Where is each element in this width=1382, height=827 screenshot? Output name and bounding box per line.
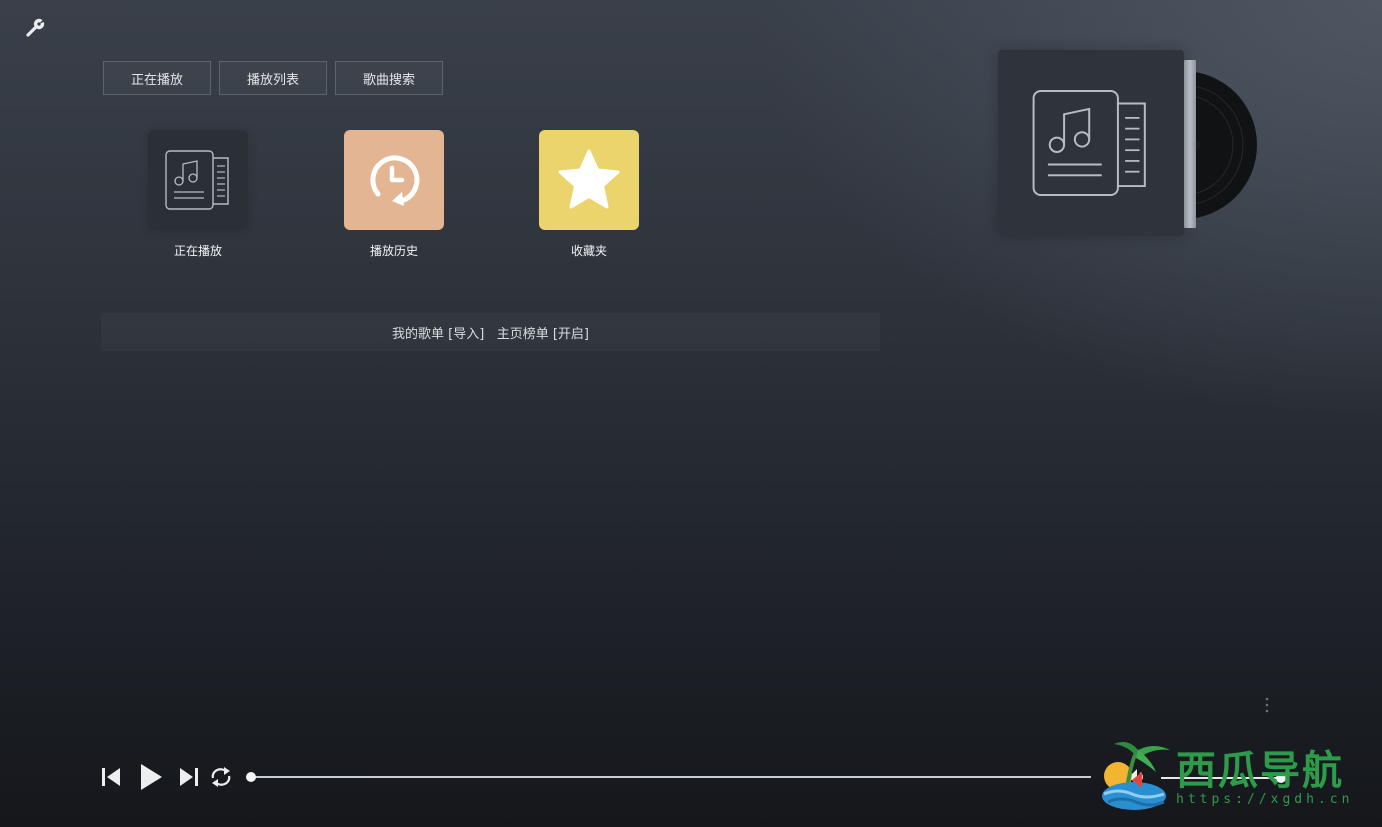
- next-button[interactable]: [176, 762, 202, 792]
- tile-favorites[interactable]: 收藏夹: [539, 130, 639, 259]
- tile-label: 收藏夹: [570, 244, 607, 258]
- repeat-icon: [211, 767, 231, 787]
- star-icon: [558, 149, 620, 209]
- tab-playlist[interactable]: 播放列表: [219, 61, 327, 95]
- watermark-logo: [1102, 742, 1170, 810]
- play-icon: [141, 764, 162, 790]
- tile-now-playing[interactable]: 正在播放: [148, 130, 248, 259]
- tab-bar: 正在播放 播放列表 歌曲搜索: [103, 61, 443, 95]
- enable-chart-link[interactable]: [开启]: [553, 323, 589, 342]
- progress-track: [251, 776, 1091, 778]
- previous-icon: [102, 768, 120, 786]
- my-playlist-label: 我的歌单: [391, 326, 444, 342]
- tile-label: 播放历史: [369, 244, 418, 258]
- player-controls: [98, 762, 234, 792]
- album-cover[interactable]: [998, 50, 1184, 236]
- shortcut-tiles: 正在播放 播放历史 收藏夹: [0, 130, 700, 270]
- play-button[interactable]: [134, 762, 168, 792]
- wrench-icon: [26, 18, 46, 37]
- tile-play-history-image: [344, 130, 444, 230]
- tab-song-search[interactable]: 歌曲搜索: [335, 61, 443, 95]
- history-clock-icon: [370, 155, 420, 206]
- music-sheet-icon: [1032, 89, 1146, 197]
- record-sleeve-edge: [1184, 60, 1196, 228]
- music-sheet-icon: [165, 150, 229, 210]
- tile-play-history[interactable]: 播放历史: [344, 130, 444, 259]
- repeat-button[interactable]: [208, 762, 234, 792]
- previous-button[interactable]: [98, 762, 124, 792]
- home-chart-label: 主页榜单: [496, 326, 549, 342]
- tile-favorites-image: [539, 130, 639, 230]
- vertical-dots-icon: [1265, 697, 1269, 713]
- import-link[interactable]: [导入]: [448, 323, 484, 342]
- more-button[interactable]: [1262, 696, 1272, 714]
- progress-knob[interactable]: [246, 772, 256, 782]
- tab-now-playing[interactable]: 正在播放: [103, 61, 211, 95]
- watermark-name: 西瓜导航: [1176, 747, 1344, 794]
- settings-button[interactable]: [24, 16, 48, 40]
- playlist-bar: 我的歌单 [导入] 主页榜单 [开启]: [101, 313, 880, 351]
- progress-slider[interactable]: [246, 772, 1091, 782]
- watermark-url: https://xgdh.cn: [1176, 792, 1354, 807]
- tile-label: 正在播放: [173, 244, 222, 258]
- next-icon: [180, 768, 198, 786]
- tile-now-playing-image: [148, 130, 248, 230]
- watermark: 西瓜导航 https://xgdh.cn: [1098, 736, 1368, 816]
